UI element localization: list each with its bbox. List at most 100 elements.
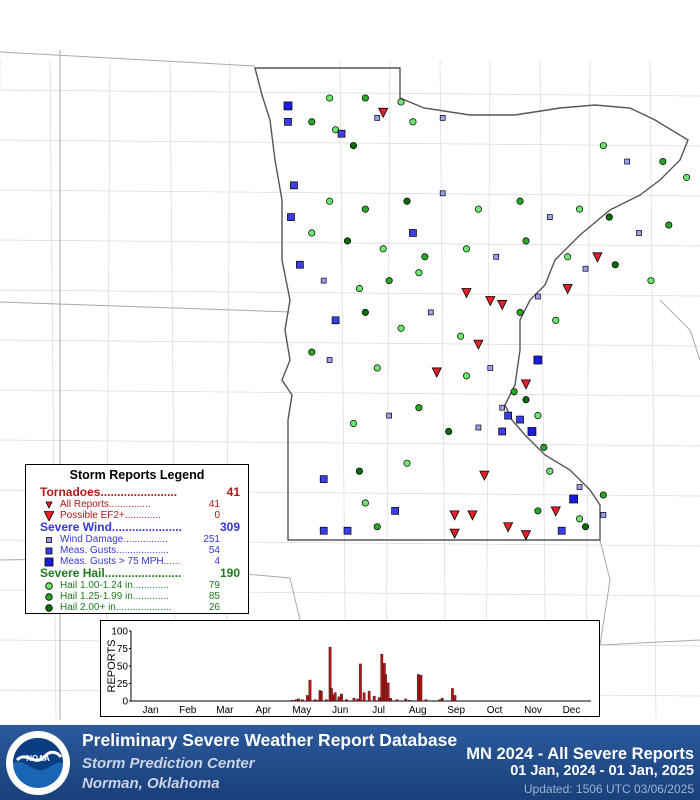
map-background [0,0,700,725]
histogram-bar [294,699,298,702]
histogram-bar [313,699,317,702]
histogram-bar [380,653,384,702]
hail-report-marker [409,118,417,126]
wind-damage-marker [624,158,631,165]
histogram-month-label: Apr [256,705,272,716]
footer-title: Preliminary Severe Weather Report Databa… [82,730,458,750]
legend-tornadoes-header: Tornadoes....................... 41 [26,485,248,499]
hail-report-marker [343,237,352,245]
histogram-month-label: Nov [524,705,542,716]
hail-report-marker [564,253,572,261]
histogram-month-label: May [292,705,311,716]
strong-gust-marker [569,494,578,504]
histogram-ytick-label: 100 [111,627,128,638]
histogram-bar [440,698,444,702]
histogram-bar [389,698,392,702]
histogram-month-label: Jun [332,705,348,716]
hail-report-marker [308,348,316,356]
histogram-ytick-label: 0 [122,697,128,708]
hail-report-marker [445,427,453,436]
hail-report-marker [355,467,363,475]
hail-report-marker [355,285,363,293]
hail-report-marker [385,277,393,285]
hail-report-marker [361,94,369,102]
histogram-bar [362,692,366,702]
hail-report-marker [308,118,316,126]
measured-gust-marker [284,117,292,126]
legend-title: Storm Reports Legend [69,468,205,482]
histogram-bar [384,674,387,702]
histogram-bar [319,691,323,702]
hail-report-marker [611,261,619,269]
hail-report-marker [647,277,655,285]
storm-reports-legend: Storm Reports Legend Tornadoes..........… [25,464,249,614]
wind-damage-marker [493,253,500,260]
measured-gust-marker [290,181,298,190]
hail-report-marker [516,197,524,205]
hail-report-marker [665,221,673,229]
histogram-bar [367,691,371,702]
legend-hail-3: Hail 2.00+ in.................... 26 [26,601,248,615]
histogram-month-label: Jan [142,705,158,716]
measured-gust-marker [296,260,304,269]
hail-report-marker [349,419,358,428]
hail-report-marker [349,142,358,150]
hail-report-marker [474,205,482,213]
histogram-bar [337,696,341,702]
hail-report-marker [605,213,613,221]
measured-gust-marker [331,316,340,325]
legend-hail-3-count: 26 [208,602,220,613]
legend-wind-count: 309 [219,520,240,534]
hail-report-marker [421,253,429,261]
legend-hail-label: Severe Hail....................... [40,566,182,580]
histogram-month-label: Mar [216,705,234,716]
footer-updated: Updated: 1506 UTC 03/06/2025 [523,782,694,796]
hail-report-marker [581,523,590,531]
hail-report-marker [361,499,369,507]
hail-report-marker [516,308,524,316]
histogram-bar [333,692,337,702]
hail-report-marker [462,372,471,380]
legend-hail-3-label: Hail 2.00+ in.................... [60,602,172,613]
wind-damage-marker [326,357,333,363]
footer-org-location: Norman, Oklahoma [82,775,220,792]
wind-damage-marker [600,511,607,518]
wind-damage-marker [636,230,642,236]
wind-damage-marker [576,484,583,490]
hail-report-marker [575,515,584,523]
footer-org-name: Storm Prediction Center [82,755,255,772]
measured-gust-marker [319,475,328,483]
measured-gust-marker [557,526,566,535]
histogram-bar [345,699,348,702]
histogram-month-label: Sep [447,705,465,716]
hail-report-marker [462,245,471,253]
histogram-month-label: Jul [372,705,385,716]
histogram-bar [297,698,300,702]
wind-damage-marker [475,424,482,431]
measured-gust-marker [504,411,512,420]
histogram-ytick-label: 75 [117,644,129,655]
wind-damage-marker [499,404,506,411]
histogram-bar [424,699,428,702]
measured-gust-marker [498,427,507,436]
hail-report-marker [546,467,554,475]
hail-report-marker [379,245,387,253]
hail-report-marker [403,197,411,205]
measured-gust-marker [337,129,346,138]
wind-damage-marker [427,309,434,316]
histogram-bar [290,700,294,702]
histogram-bar [356,698,360,702]
hail-report-marker [683,173,691,181]
legend-hail-header: Severe Hail....................... 190 [26,566,248,580]
histogram-month-label: Aug [409,705,427,716]
hail-report-marker [599,491,607,499]
measured-gust-marker [391,507,399,515]
hail-report-marker [522,237,530,245]
wind-damage-marker [439,114,446,121]
histogram-bar [359,663,362,702]
hail-report-marker [361,308,369,316]
wind-damage-marker [582,265,589,272]
hail-report-marker [403,459,411,467]
hail-report-marker [308,229,316,237]
hail-report-marker [510,388,518,396]
